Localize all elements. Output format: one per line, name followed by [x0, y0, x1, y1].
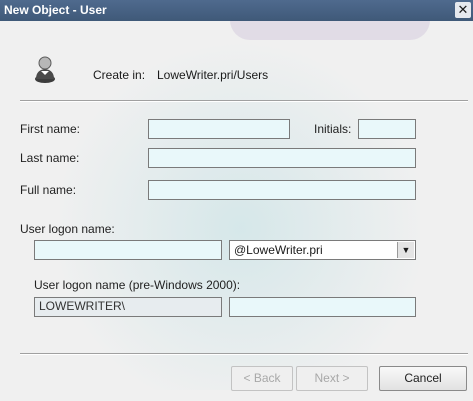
create-in-path: LoweWriter.pri/Users — [157, 68, 269, 82]
next-button[interactable]: Next > — [296, 366, 368, 391]
user-icon — [35, 56, 55, 83]
domain-select-value: @LoweWriter.pri — [234, 243, 323, 257]
new-object-user-dialog: New Object - User ✕ Create in: LoweWrite… — [0, 0, 473, 401]
initials-field[interactable] — [358, 119, 416, 139]
cancel-button[interactable]: Cancel — [379, 366, 467, 391]
header-divider — [20, 100, 468, 102]
logon-name-field[interactable] — [34, 240, 222, 260]
chevron-down-icon[interactable]: ▼ — [397, 242, 414, 258]
pre2000-logon-field[interactable] — [229, 297, 416, 317]
first-name-label: First name: — [20, 122, 81, 136]
full-name-label: Full name: — [20, 183, 77, 197]
last-name-label: Last name: — [20, 151, 80, 165]
pre2000-domain-field: LOWEWRITER\ — [34, 297, 222, 317]
pre2000-label: User logon name (pre-Windows 2000): — [34, 278, 241, 292]
full-name-field[interactable] — [148, 180, 416, 200]
last-name-field[interactable] — [148, 148, 416, 168]
create-in-label: Create in: — [93, 68, 146, 82]
logon-name-label: User logon name: — [20, 222, 115, 236]
watermark-overlay-center — [60, 30, 420, 390]
window-title: New Object - User — [4, 3, 107, 17]
title-bar[interactable]: New Object - User ✕ — [0, 0, 473, 21]
domain-select[interactable]: @LoweWriter.pri ▼ — [229, 240, 416, 260]
back-button[interactable]: < Back — [231, 366, 293, 391]
footer-divider — [20, 353, 468, 355]
first-name-field[interactable] — [148, 119, 290, 139]
close-icon[interactable]: ✕ — [455, 2, 471, 18]
initials-label: Initials: — [314, 122, 352, 136]
